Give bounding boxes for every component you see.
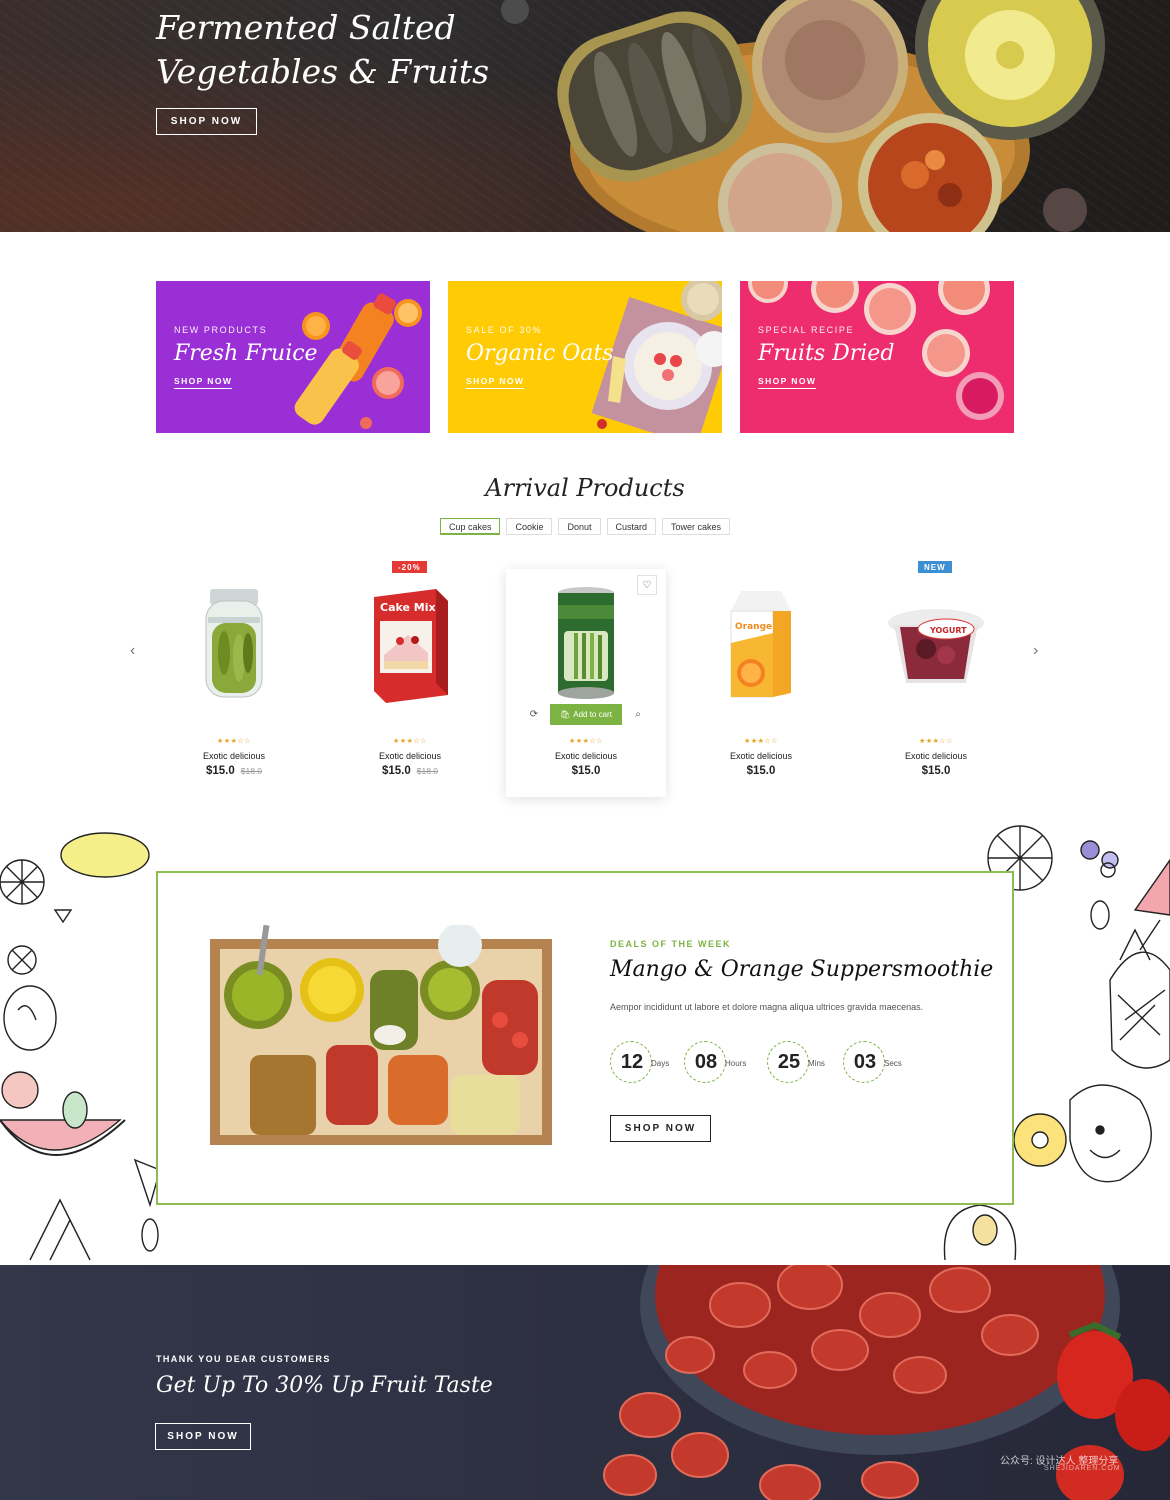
product-name[interactable]: Exotic delicious <box>330 751 490 761</box>
banner-title: Organic Oats <box>466 341 614 366</box>
current-price: $15.0 <box>571 765 601 777</box>
countdown-unit: Secs <box>884 1059 902 1068</box>
promo-shop-now-button[interactable]: SHOP NOW <box>155 1423 251 1450</box>
banner-fresh-fruice[interactable]: NEW PRODUCTS Fresh Fruice SHOP NOW <box>156 281 430 433</box>
cake-mix-box-image: Cake Mix <box>374 589 448 703</box>
pickle-jar-image <box>205 589 263 698</box>
countdown-value: 08 <box>694 1051 718 1073</box>
banner-pre: SALE OF 30% <box>466 325 543 335</box>
hero-title-line2: Vegetables & Fruits <box>156 52 490 91</box>
product-name[interactable]: Exotic delicious <box>856 751 1016 761</box>
product-name[interactable]: Exotic delicious <box>506 751 666 761</box>
product-card-hovered[interactable]: ♡ ⟳ 🛍 Add to cart ⌕ ★★★☆☆ Exotic deliciou… <box>506 569 666 797</box>
countdown-mins: 25 Mins <box>767 1041 825 1083</box>
new-badge: NEW <box>918 561 952 573</box>
banner-shop-now-link[interactable]: SHOP NOW <box>758 376 817 389</box>
prev-arrow-icon[interactable]: ‹ <box>130 642 135 660</box>
hero-canned-food-image <box>501 0 1105 232</box>
banner-pre: SPECIAL RECIPE <box>758 325 855 335</box>
countdown-unit: Mins <box>808 1059 825 1068</box>
hero-title: Fermented Salted Vegetables & Fruits <box>156 6 536 94</box>
rating-stars: ★★★☆☆ <box>744 738 778 745</box>
countdown-unit: Hours <box>725 1059 747 1068</box>
countdown-value: 25 <box>777 1051 801 1073</box>
product-card[interactable]: ★★★☆☆ Exotic delicious $15.0 $18.0 <box>154 569 314 797</box>
countdown-unit: Days <box>651 1059 670 1068</box>
banner-title: Fresh Fruice <box>174 341 318 366</box>
product-card[interactable]: -20% Cake Mix ★★★☆☆ Exotic delicious $15… <box>330 561 490 797</box>
deal-title: Mango & Orange Suppersmoothie <box>610 957 994 982</box>
product-price: $15.0 $18.0 <box>154 765 314 777</box>
banner-fruits-dried[interactable]: SPECIAL RECIPE Fruits Dried SHOP NOW <box>740 281 1014 433</box>
deal-description: Aempor incididunt ut labore et dolore ma… <box>610 1002 924 1012</box>
banner-shop-now-link[interactable]: SHOP NOW <box>174 376 233 389</box>
bag-icon: 🛍 <box>560 709 571 719</box>
add-to-cart-button[interactable]: 🛍 Add to cart <box>550 703 622 725</box>
tab-cookie[interactable]: Cookie <box>506 518 553 535</box>
rating-stars: ★★★☆☆ <box>393 738 427 745</box>
current-price: $15.0 <box>205 765 235 777</box>
svg-text:Cake Mix: Cake Mix <box>380 601 436 614</box>
product-card[interactable]: NEW YOGURT ★★★☆☆ Exotic delicious $15.0 <box>856 561 1016 797</box>
countdown-hours: 08 Hours <box>684 1041 746 1083</box>
countdown-value: 03 <box>853 1051 877 1073</box>
rating-stars: ★★★☆☆ <box>919 738 953 745</box>
product-card[interactable]: Orange ★★★☆☆ Exotic delicious $15.0 <box>681 569 841 797</box>
discount-badge: -20% <box>392 561 427 573</box>
rating-stars: ★★★☆☆ <box>217 738 251 745</box>
hero-shop-now-button[interactable]: SHOP NOW <box>156 108 257 135</box>
tab-cup-cakes[interactable]: Cup cakes <box>439 518 501 535</box>
compare-refresh-icon[interactable]: ⟳ <box>524 704 544 724</box>
product-name[interactable]: Exotic delicious <box>154 751 314 761</box>
old-price: $18.0 <box>240 766 263 776</box>
tab-tower-cakes[interactable]: Tower cakes <box>662 518 731 535</box>
next-arrow-icon[interactable]: › <box>1033 642 1038 660</box>
rating-stars: ★★★☆☆ <box>569 738 603 745</box>
orange-juice-carton-image: Orange <box>730 591 791 698</box>
tab-custard[interactable]: Custard <box>606 518 657 535</box>
deals-pre-title: DEALS OF THE WEEK <box>610 939 732 949</box>
wishlist-heart-icon[interactable]: ♡ <box>637 575 657 595</box>
hero-banner: Fermented Salted Vegetables & Fruits SHO… <box>0 0 1170 232</box>
promo-banner: THANK YOU DEAR CUSTOMERS Get Up To 30% U… <box>0 1265 1170 1500</box>
current-price: $15.0 <box>381 765 411 777</box>
product-price: $15.0 <box>681 765 841 777</box>
product-actions: ⟳ 🛍 Add to cart ⌕ <box>524 703 648 725</box>
current-price: $15.0 <box>921 765 951 777</box>
promo-pre-title: THANK YOU DEAR CUSTOMERS <box>156 1354 331 1364</box>
preserved-jars-crate-image <box>210 925 552 1145</box>
banner-organic-oats[interactable]: SALE OF 30% Organic Oats SHOP NOW <box>448 281 722 433</box>
product-price: $15.0 <box>856 765 1016 777</box>
svg-text:Orange: Orange <box>735 622 772 632</box>
asparagus-can-image <box>558 587 614 699</box>
countdown-days: 12 Days <box>610 1041 669 1083</box>
yogurt-cup-image: YOGURT <box>888 609 984 683</box>
promo-title: Get Up To 30% Up Fruit Taste <box>156 1373 493 1398</box>
banner-shop-now-link[interactable]: SHOP NOW <box>466 376 525 389</box>
banner-pre: NEW PRODUCTS <box>174 325 268 335</box>
deal-shop-now-button[interactable]: SHOP NOW <box>610 1115 711 1142</box>
countdown-value: 12 <box>620 1051 644 1073</box>
svg-text:YOGURT: YOGURT <box>929 626 967 635</box>
add-to-cart-label: Add to cart <box>573 709 612 719</box>
arrival-products-title: Arrival Products <box>485 474 685 502</box>
quick-view-search-icon[interactable]: ⌕ <box>628 704 648 724</box>
current-price: $15.0 <box>746 765 776 777</box>
product-price: $15.0 $18.0 <box>330 765 490 777</box>
banner-title: Fruits Dried <box>758 341 895 366</box>
hero-title-line1: Fermented Salted <box>156 8 456 47</box>
category-tabs: Cup cakes Cookie Donut Custard Tower cak… <box>0 518 1170 535</box>
tab-donut[interactable]: Donut <box>558 518 601 535</box>
watermark-url: SHEJIDAREN.COM <box>1044 1465 1121 1472</box>
product-price: $15.0 <box>506 765 666 777</box>
product-name[interactable]: Exotic delicious <box>681 751 841 761</box>
countdown-secs: 03 Secs <box>843 1041 902 1083</box>
old-price: $18.0 <box>416 766 439 776</box>
